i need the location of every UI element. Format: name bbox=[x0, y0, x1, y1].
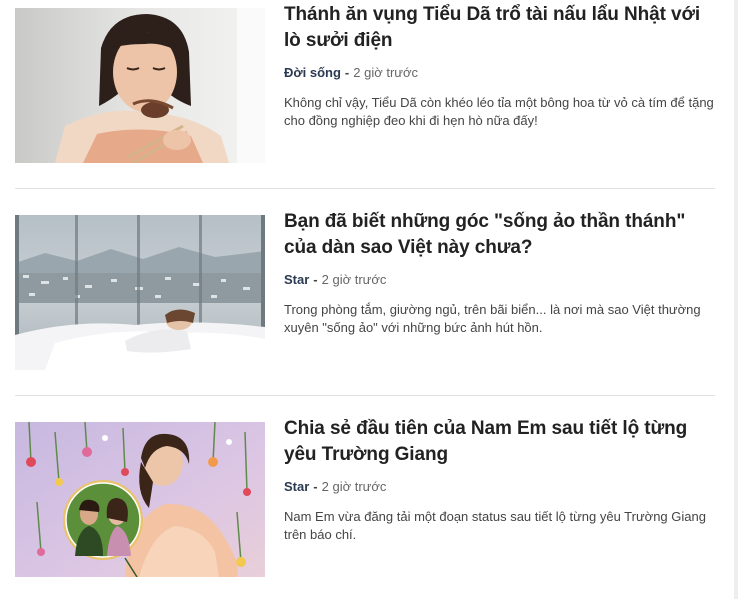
thumbnail-image bbox=[15, 215, 265, 370]
meta-separator: - bbox=[313, 272, 318, 287]
article-timestamp: 2 giờ trước bbox=[321, 479, 387, 494]
article-item: Bạn đã biết những góc "sống ảo thần thán… bbox=[15, 211, 715, 370]
thumbnail-image bbox=[15, 8, 265, 163]
article-summary: Nam Em vừa đăng tải một đoạn status sau … bbox=[284, 509, 706, 542]
meta-separator: - bbox=[344, 65, 350, 80]
article-meta: Star -2 giờ trước bbox=[284, 479, 386, 495]
article-meta: Đời sống -2 giờ trước bbox=[284, 65, 418, 81]
article-thumbnail[interactable] bbox=[15, 8, 265, 163]
article-category[interactable]: Star bbox=[284, 479, 309, 494]
thumbnail-image bbox=[15, 422, 265, 577]
article-title[interactable]: Chia sẻ đầu tiên của Nam Em sau tiết lộ … bbox=[284, 416, 716, 468]
article-title[interactable]: Bạn đã biết những góc "sống ảo thần thán… bbox=[284, 209, 716, 261]
article-category[interactable]: Star bbox=[284, 272, 309, 287]
article-meta: Star -2 giờ trước bbox=[284, 272, 386, 288]
page-edge bbox=[734, 0, 738, 599]
article-title[interactable]: Thánh ăn vụng Tiểu Dã trổ tài nấu lẩu Nh… bbox=[284, 2, 716, 54]
meta-separator: - bbox=[313, 479, 318, 494]
article-divider bbox=[15, 395, 715, 396]
article-thumbnail[interactable] bbox=[15, 215, 265, 370]
article-summary: Trong phòng tắm, giường ngủ, trên bãi bi… bbox=[284, 302, 701, 335]
article-timestamp: 2 giờ trước bbox=[321, 272, 387, 287]
article-category[interactable]: Đời sống bbox=[284, 65, 341, 80]
article-timestamp: 2 giờ trước bbox=[353, 65, 419, 80]
article-item: Thánh ăn vụng Tiểu Dã trổ tài nấu lẩu Nh… bbox=[15, 4, 715, 163]
article-divider bbox=[15, 188, 715, 189]
article-item: Chia sẻ đầu tiên của Nam Em sau tiết lộ … bbox=[15, 418, 715, 577]
article-thumbnail[interactable] bbox=[15, 422, 265, 577]
article-summary: Không chỉ vậy, Tiểu Dã còn khéo léo tỉa … bbox=[284, 95, 714, 128]
